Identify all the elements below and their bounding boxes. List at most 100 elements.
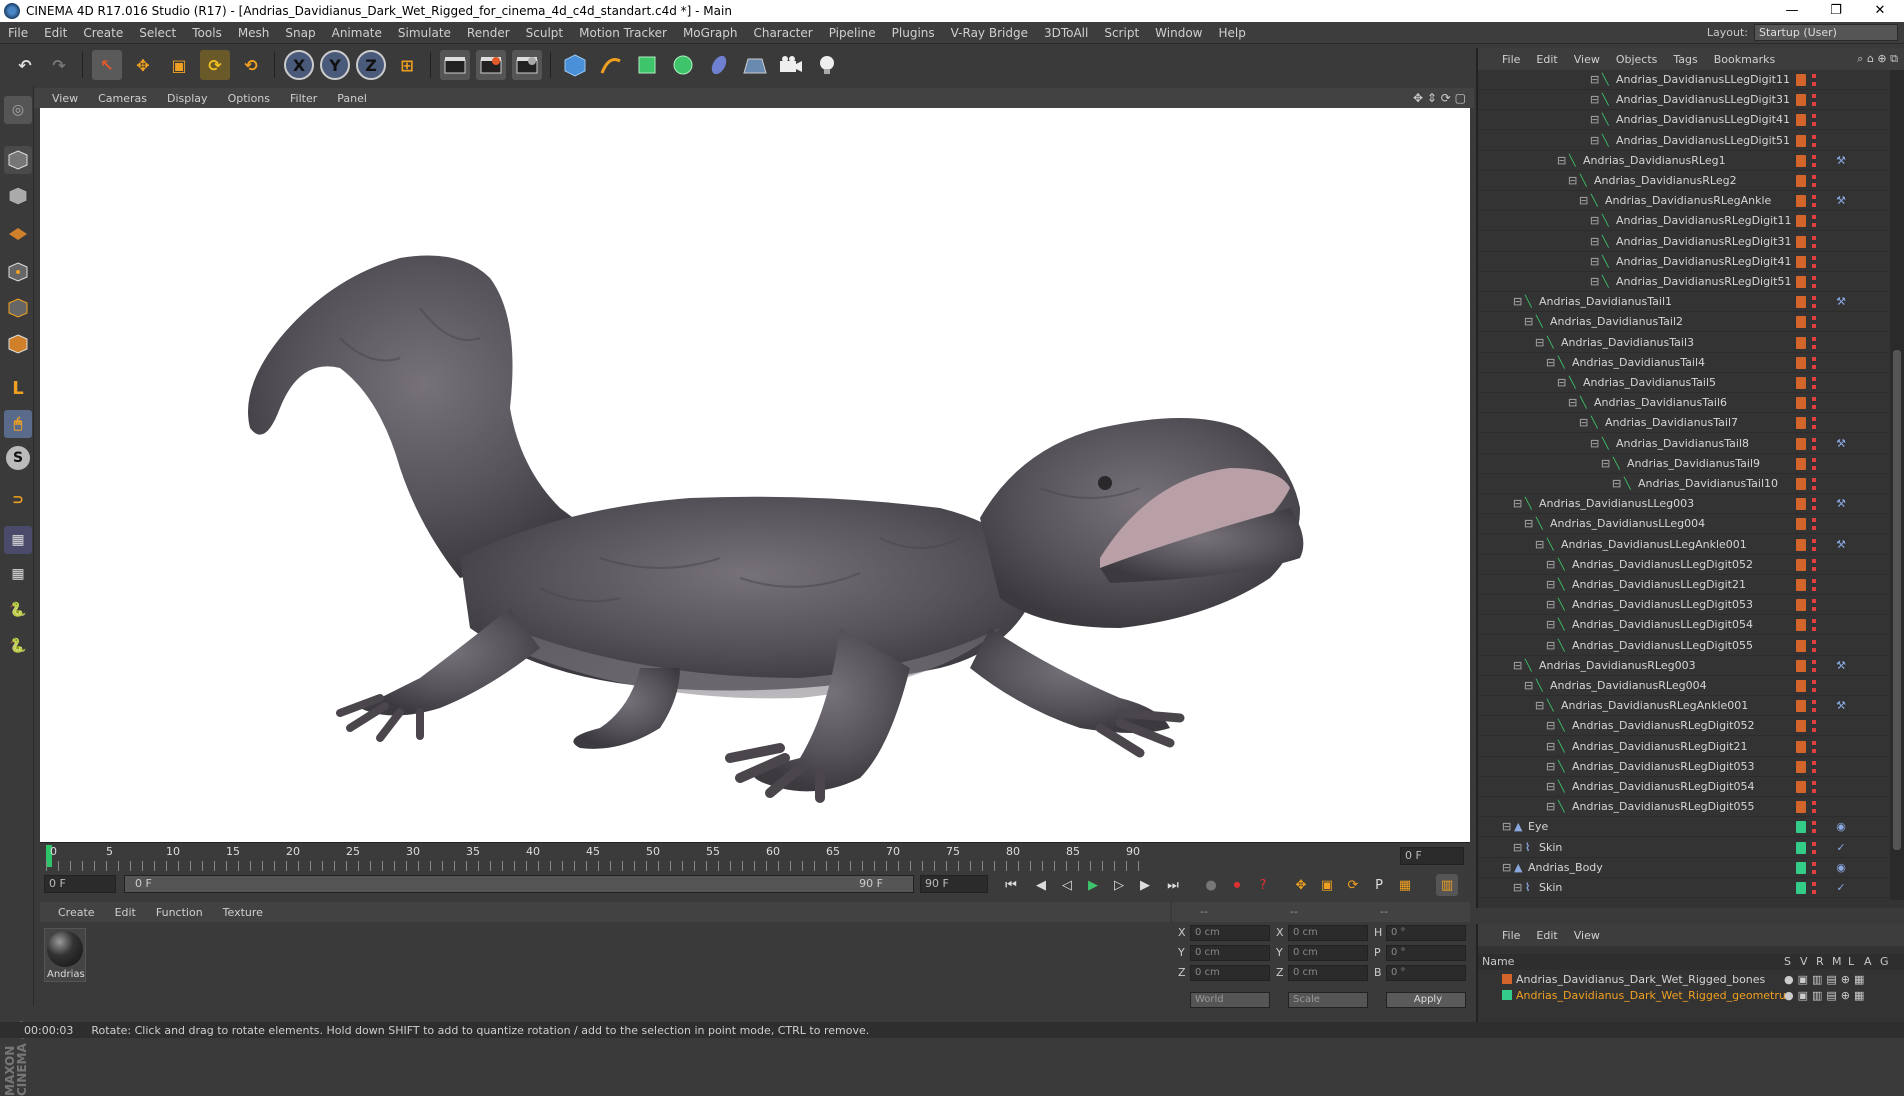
size-mode-dropdown[interactable]: Scale xyxy=(1288,992,1368,1008)
object-tag-icon[interactable] xyxy=(1834,396,1848,410)
visibility-dots[interactable] xyxy=(1812,457,1816,470)
layer-color-swatch[interactable] xyxy=(1796,134,1806,147)
layer-color-swatch[interactable] xyxy=(1796,94,1806,107)
expand-toggle-icon[interactable]: ⊟ xyxy=(1590,114,1600,126)
start-frame-field[interactable]: 0 F xyxy=(44,875,116,893)
expand-toggle-icon[interactable]: ⊟ xyxy=(1590,74,1600,86)
layer-menu-view[interactable]: View xyxy=(1566,929,1608,942)
menu-select[interactable]: Select xyxy=(131,26,184,40)
python-console-icon[interactable]: 🐍 xyxy=(4,632,32,660)
cloner-icon[interactable] xyxy=(668,50,698,80)
object-tag-icon[interactable] xyxy=(1834,760,1848,774)
menu-script[interactable]: Script xyxy=(1096,26,1147,40)
layer-color-swatch[interactable] xyxy=(1796,740,1806,753)
cube-primitive-icon[interactable] xyxy=(560,50,590,80)
object-tag-icon[interactable] xyxy=(1834,517,1848,531)
coordinate-space-dropdown[interactable]: World xyxy=(1190,992,1270,1008)
undo-icon[interactable]: ↶ xyxy=(10,50,40,80)
menu-pipeline[interactable]: Pipeline xyxy=(821,26,884,40)
object-row[interactable]: ⊟ ╲ Andrias_DavidianusTail9 xyxy=(1478,454,1888,474)
polygons-mode-icon[interactable] xyxy=(4,330,32,358)
deformer-icon[interactable] xyxy=(704,50,734,80)
object-tag-icon[interactable] xyxy=(1834,558,1848,572)
layer-color-swatch[interactable] xyxy=(1796,296,1806,309)
layer-color-swatch[interactable] xyxy=(1796,599,1806,612)
size-y-field[interactable]: 0 cm xyxy=(1288,945,1368,961)
key-rotate-icon[interactable]: ⟳ xyxy=(1342,874,1364,896)
layer-color-swatch[interactable] xyxy=(1796,255,1806,268)
object-tag-icon[interactable]: ⚒ xyxy=(1834,659,1848,673)
object-row[interactable]: ⊟ ╲ Andrias_DavidianusLLegDigit053 xyxy=(1478,595,1888,616)
current-frame-field[interactable]: 0 F xyxy=(1400,847,1464,865)
expand-toggle-icon[interactable]: ⊟ xyxy=(1590,134,1600,147)
visibility-dots[interactable] xyxy=(1812,599,1816,612)
key-param-icon[interactable]: P xyxy=(1368,874,1390,896)
expand-toggle-icon[interactable]: ⊟ xyxy=(1524,316,1534,328)
object-menu-file[interactable]: File xyxy=(1494,53,1528,66)
floor-icon[interactable] xyxy=(740,50,770,80)
object-row[interactable]: ⊟ ╲ Andrias_DavidianusLLegDigit11 xyxy=(1478,70,1888,90)
render-view-icon[interactable] xyxy=(440,50,470,80)
object-tag-icon[interactable]: ⚒ xyxy=(1834,538,1848,552)
object-tag-icon[interactable] xyxy=(1834,376,1848,390)
visibility-dots[interactable] xyxy=(1812,659,1816,672)
edges-mode-icon[interactable] xyxy=(4,294,32,322)
object-row[interactable]: ⊟ ╲ Andrias_DavidianusRLegDigit11 xyxy=(1478,211,1888,232)
object-menu-view[interactable]: View xyxy=(1566,53,1608,66)
viewport-menu-cameras[interactable]: Cameras xyxy=(88,92,157,105)
object-row[interactable]: ⊟ ▲ Eye ◉ xyxy=(1478,817,1888,838)
menu-simulate[interactable]: Simulate xyxy=(390,26,459,40)
layer-menu-edit[interactable]: Edit xyxy=(1528,929,1565,942)
object-tag-icon[interactable] xyxy=(1834,578,1848,592)
expand-toggle-icon[interactable]: ⊟ xyxy=(1513,296,1523,308)
visibility-dots[interactable] xyxy=(1812,215,1816,228)
menu-sculpt[interactable]: Sculpt xyxy=(518,26,571,40)
y-axis-icon[interactable]: Y xyxy=(320,50,350,80)
rotate-tool-icon[interactable]: ⟳ xyxy=(200,50,230,80)
layer-color-swatch[interactable] xyxy=(1796,457,1806,470)
object-tag-icon[interactable] xyxy=(1834,679,1848,693)
visibility-dots[interactable] xyxy=(1812,861,1816,874)
menu-window[interactable]: Window xyxy=(1147,26,1210,40)
expand-toggle-icon[interactable]: ⊟ xyxy=(1590,235,1600,248)
object-row[interactable]: ⊟ ╲ Andrias_DavidianusLLegDigit31 xyxy=(1478,90,1888,111)
layer-color-swatch[interactable] xyxy=(1796,276,1806,288)
render-picture-viewer-icon[interactable] xyxy=(476,50,506,80)
expand-toggle-icon[interactable]: ⊟ xyxy=(1546,760,1556,773)
rotation-b-field[interactable]: 0 ° xyxy=(1386,965,1466,981)
layer-row[interactable]: Andrias_Davidianus_Dark_Wet_Rigged_geome… xyxy=(1478,988,1904,1004)
layer-toggles[interactable]: ●▣▥▤⊕▦ xyxy=(1784,989,1868,1002)
material-menu-function[interactable]: Function xyxy=(146,906,213,919)
object-row[interactable]: ⊟ ╲ Andrias_DavidianusRLegDigit054 xyxy=(1478,777,1888,797)
rotation-p-field[interactable]: 0 ° xyxy=(1386,945,1466,961)
visibility-dots[interactable] xyxy=(1812,579,1816,591)
layer-color-swatch[interactable] xyxy=(1796,821,1806,834)
layer-color-swatch[interactable] xyxy=(1796,498,1806,511)
record-active-icon[interactable]: ⏺ xyxy=(1226,874,1248,896)
menu-3dtoall[interactable]: 3DToAll xyxy=(1036,26,1096,40)
object-tag-icon[interactable]: ⚒ xyxy=(1834,194,1848,208)
z-axis-icon[interactable]: Z xyxy=(356,50,386,80)
object-tag-icon[interactable]: ✓ xyxy=(1834,881,1848,895)
select-tool-icon[interactable]: ↖ xyxy=(92,50,122,80)
visibility-dots[interactable] xyxy=(1812,700,1816,713)
expand-toggle-icon[interactable]: ⊟ xyxy=(1601,457,1611,470)
viewport-nav-icons[interactable]: ✥ ⇕ ⟳ ▢ xyxy=(1413,91,1466,105)
material-menu-texture[interactable]: Texture xyxy=(213,906,273,919)
object-row[interactable]: ⊟ ╲ Andrias_DavidianusLLeg003 ⚒ xyxy=(1478,494,1888,515)
visibility-dots[interactable] xyxy=(1812,356,1816,369)
object-menu-tags[interactable]: Tags xyxy=(1665,53,1705,66)
layer-color-swatch[interactable] xyxy=(1796,680,1806,692)
visibility-dots[interactable] xyxy=(1812,821,1816,834)
object-row[interactable]: ⊟ ⌇ Skin ✓ xyxy=(1478,838,1888,858)
expand-toggle-icon[interactable]: ⊟ xyxy=(1524,680,1534,692)
expand-toggle-icon[interactable]: ⊟ xyxy=(1546,558,1556,571)
key-move-icon[interactable]: ✥ xyxy=(1290,874,1312,896)
layer-color-swatch[interactable] xyxy=(1796,195,1806,208)
layer-color-swatch[interactable] xyxy=(1796,518,1806,531)
x-axis-icon[interactable]: X xyxy=(284,50,314,80)
expand-toggle-icon[interactable]: ⊟ xyxy=(1557,377,1567,389)
object-row[interactable]: ⊟ ╲ Andrias_DavidianusRLegDigit21 xyxy=(1478,737,1888,757)
visibility-dots[interactable] xyxy=(1812,296,1816,309)
snap-icon[interactable]: S xyxy=(6,446,30,470)
